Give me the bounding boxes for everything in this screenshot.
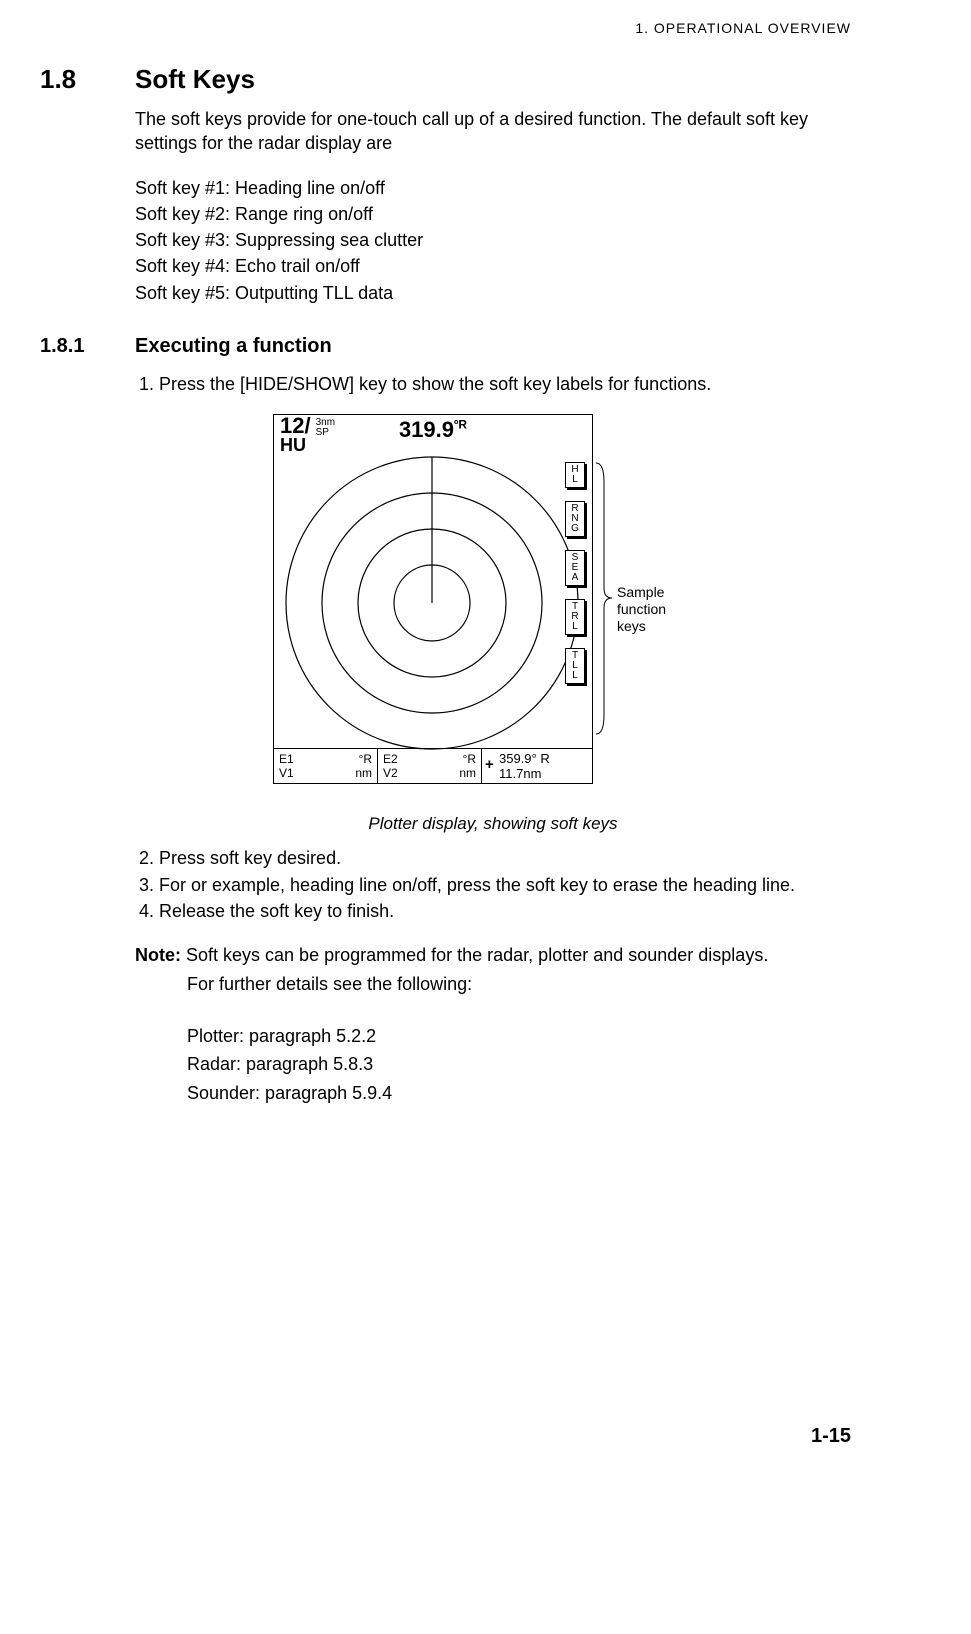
ebl-vrm-2: E2 °R V2 nm [378,749,482,783]
section-heading: 1.8 Soft Keys [40,64,851,95]
softkey-default-2: Soft key #2: Range ring on/off [135,202,851,226]
softkey-trl: TRL [565,599,585,635]
step-1: Press the [HIDE/SHOW] key to show the so… [159,372,851,396]
bottom-info-bar: E1 °R V1 nm E2 °R V2 nm + 359.9° R 11.7nm [274,748,592,783]
cursor-range: 11.7nm [499,766,587,782]
note-ref-1: Plotter: paragraph 5.2.2 [187,1024,851,1048]
note-line1: Soft keys can be programmed for the rada… [181,945,768,965]
step-2: Press soft key desired. [159,846,851,870]
step-4: Release the soft key to finish. [159,899,851,923]
bracket-icon [595,462,613,735]
v2-unit: nm [459,766,476,780]
softkey-default-3: Soft key #3: Suppressing sea clutter [135,228,851,252]
e1-unit: °R [359,752,372,766]
figure-caption: Plotter display, showing soft keys [135,813,851,836]
radar-figure: 12/ 3nm SP HU 319.9ºR [273,414,713,809]
ebl-vrm-1: E1 °R V1 nm [274,749,378,783]
subsection-number: 1.8.1 [40,335,135,358]
note-label: Note: [135,945,181,965]
intro-paragraph: The soft keys provide for one-touch call… [135,107,851,156]
steps-list-b: Press soft key desired. For or example, … [135,846,851,923]
cursor-readout: + 359.9° R 11.7nm [482,749,592,783]
e2-label: E2 [383,752,398,766]
softkey-column: HL RNG SEA TRL TLL [565,462,585,684]
subsection-heading: 1.8.1 Executing a function [40,335,851,358]
softkey-hl: HL [565,462,585,488]
section-number: 1.8 [40,64,135,95]
note-line2: For further details see the following: [187,972,851,996]
subsection-title: Executing a function [135,335,332,358]
bracket-label: Sample function keys [617,584,713,634]
chapter-header: 1. OPERATIONAL OVERVIEW [40,20,851,36]
softkey-default-5: Soft key #5: Outputting TLL data [135,281,851,305]
cursor-bearing: 359.9° R [499,751,587,767]
softkey-default-list: Soft key #1: Heading line on/off Soft ke… [135,176,851,305]
bracket-label-2: keys [617,618,646,634]
cursor-plus-icon: + [485,756,494,774]
step-3: For or example, heading line on/off, pre… [159,873,851,897]
bearing-value: 319.9 [399,417,454,442]
note-ref-2: Radar: paragraph 5.8.3 [187,1052,851,1076]
note-ref-3: Sounder: paragraph 5.9.4 [187,1081,851,1105]
note-block: Note: Soft keys can be programmed for th… [135,943,851,1105]
bracket-label-1: Sample function [617,584,666,617]
bearing-unit: ºR [454,418,467,432]
v2-label: V2 [383,766,398,780]
radar-display-box: 12/ 3nm SP HU 319.9ºR [273,414,593,784]
v1-label: V1 [279,766,294,780]
section-title: Soft Keys [135,64,255,95]
range-rings [284,455,580,751]
e1-label: E1 [279,752,294,766]
figure-container: 12/ 3nm SP HU 319.9ºR [135,414,851,809]
softkey-tll: TLL [565,648,585,684]
steps-list-a: Press the [HIDE/SHOW] key to show the so… [135,372,851,396]
e2-unit: °R [463,752,476,766]
page-number: 1-15 [40,1425,851,1448]
softkey-default-1: Soft key #1: Heading line on/off [135,176,851,200]
softkey-rng: RNG [565,501,585,537]
softkey-sea: SEA [565,550,585,586]
softkey-default-4: Soft key #4: Echo trail on/off [135,254,851,278]
heading-bearing: 319.9ºR [274,415,592,445]
v1-unit: nm [355,766,372,780]
